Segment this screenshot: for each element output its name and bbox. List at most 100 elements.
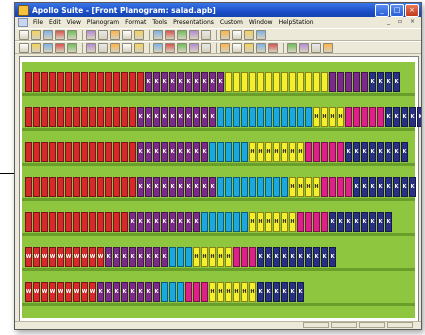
product-facing[interactable]: K [177,107,184,127]
product-facing[interactable]: H [217,247,224,267]
product-facing[interactable] [105,72,112,92]
product-facing[interactable]: K [385,212,392,232]
product-facing[interactable] [305,142,312,162]
document-window-controls[interactable]: _ ▫ × [387,18,418,25]
product-facing[interactable]: H [249,142,256,162]
product-facing[interactable] [209,142,216,162]
product-facing[interactable]: K [137,107,144,127]
product-facing[interactable] [137,72,144,92]
product-facing[interactable]: K [209,177,216,197]
product-facing[interactable] [217,142,224,162]
product-facing[interactable]: W [73,282,80,302]
product-facing[interactable] [209,212,216,232]
product-facing[interactable]: K [353,142,360,162]
color-icon[interactable] [43,29,53,40]
product-facing[interactable]: W [33,247,40,267]
product-facing[interactable] [41,107,48,127]
product-facing[interactable]: K [393,107,400,127]
paste-icon[interactable] [122,29,132,40]
product-facing[interactable]: K [129,247,136,267]
title-bar[interactable]: Apollo Suite - [Front Planogram: salad.a… [15,3,421,17]
product-facing[interactable]: K [265,282,272,302]
product-facing[interactable] [257,177,264,197]
product-facing[interactable] [41,72,48,92]
product-facing[interactable] [73,72,80,92]
product-facing[interactable]: K [361,177,368,197]
product-facing[interactable] [257,72,264,92]
product-facing[interactable] [105,107,112,127]
product-facing[interactable]: H [233,282,240,302]
product-facing[interactable] [265,72,272,92]
view-icon[interactable] [232,29,242,40]
cut-icon[interactable] [98,29,108,40]
product-facing[interactable]: H [297,142,304,162]
product-facing[interactable]: K [161,247,168,267]
product-facing[interactable] [57,212,64,232]
product-facing[interactable] [361,72,368,92]
product-facing[interactable]: K [145,177,152,197]
product-facing[interactable]: K [289,247,296,267]
product-facing[interactable] [113,107,120,127]
product-facing[interactable] [121,142,128,162]
product-facing[interactable]: K [153,142,160,162]
product-facing[interactable]: K [169,72,176,92]
product-facing[interactable] [241,142,248,162]
product-facing[interactable]: H [249,212,256,232]
product-facing[interactable]: K [265,247,272,267]
product-facing[interactable]: K [161,142,168,162]
lock-icon[interactable] [323,42,333,53]
product-facing[interactable]: K [409,177,416,197]
product-facing[interactable]: K [273,282,280,302]
product-icon[interactable] [201,29,211,40]
product-facing[interactable]: K [193,142,200,162]
product-facing[interactable]: H [265,212,272,232]
product-facing[interactable] [73,177,80,197]
product-facing[interactable] [321,177,328,197]
line-icon[interactable] [86,42,96,53]
product-facing[interactable]: K [209,72,216,92]
new-icon[interactable] [19,29,29,40]
product-facing[interactable] [113,72,120,92]
product-facing[interactable]: K [161,177,168,197]
product-facing[interactable]: W [57,247,64,267]
product-facing[interactable]: K [137,142,144,162]
product-facing[interactable] [113,142,120,162]
product-facing[interactable] [97,212,104,232]
product-facing[interactable] [169,247,176,267]
product-facing[interactable] [129,72,136,92]
product-facing[interactable] [89,212,96,232]
product-facing[interactable] [33,107,40,127]
product-facing[interactable]: K [145,212,152,232]
product-facing[interactable]: K [201,142,208,162]
product-facing[interactable] [233,177,240,197]
product-facing[interactable]: K [177,212,184,232]
product-facing[interactable] [25,107,32,127]
product-facing[interactable]: W [73,247,80,267]
product-facing[interactable] [89,142,96,162]
help-icon[interactable] [244,29,254,40]
product-facing[interactable]: K [353,212,360,232]
product-facing[interactable] [329,177,336,197]
product-facing[interactable]: K [201,107,208,127]
product-facing[interactable] [345,177,352,197]
product-facing[interactable]: K [193,107,200,127]
product-facing[interactable]: H [297,177,304,197]
product-facing[interactable]: H [193,247,200,267]
product-facing[interactable] [25,142,32,162]
product-facing[interactable] [225,72,232,92]
product-facing[interactable]: K [377,177,384,197]
product-facing[interactable]: H [273,212,280,232]
product-facing[interactable] [185,247,192,267]
product-facing[interactable] [49,177,56,197]
product-facing[interactable] [89,107,96,127]
product-facing[interactable]: K [153,212,160,232]
product-facing[interactable]: W [81,282,88,302]
product-facing[interactable]: K [97,282,104,302]
product-facing[interactable] [241,72,248,92]
product-facing[interactable]: H [281,212,288,232]
product-facing[interactable]: H [281,142,288,162]
product-facing[interactable]: W [97,247,104,267]
product-facing[interactable]: K [393,177,400,197]
align-left-icon[interactable] [201,42,211,53]
product-facing[interactable]: K [169,177,176,197]
